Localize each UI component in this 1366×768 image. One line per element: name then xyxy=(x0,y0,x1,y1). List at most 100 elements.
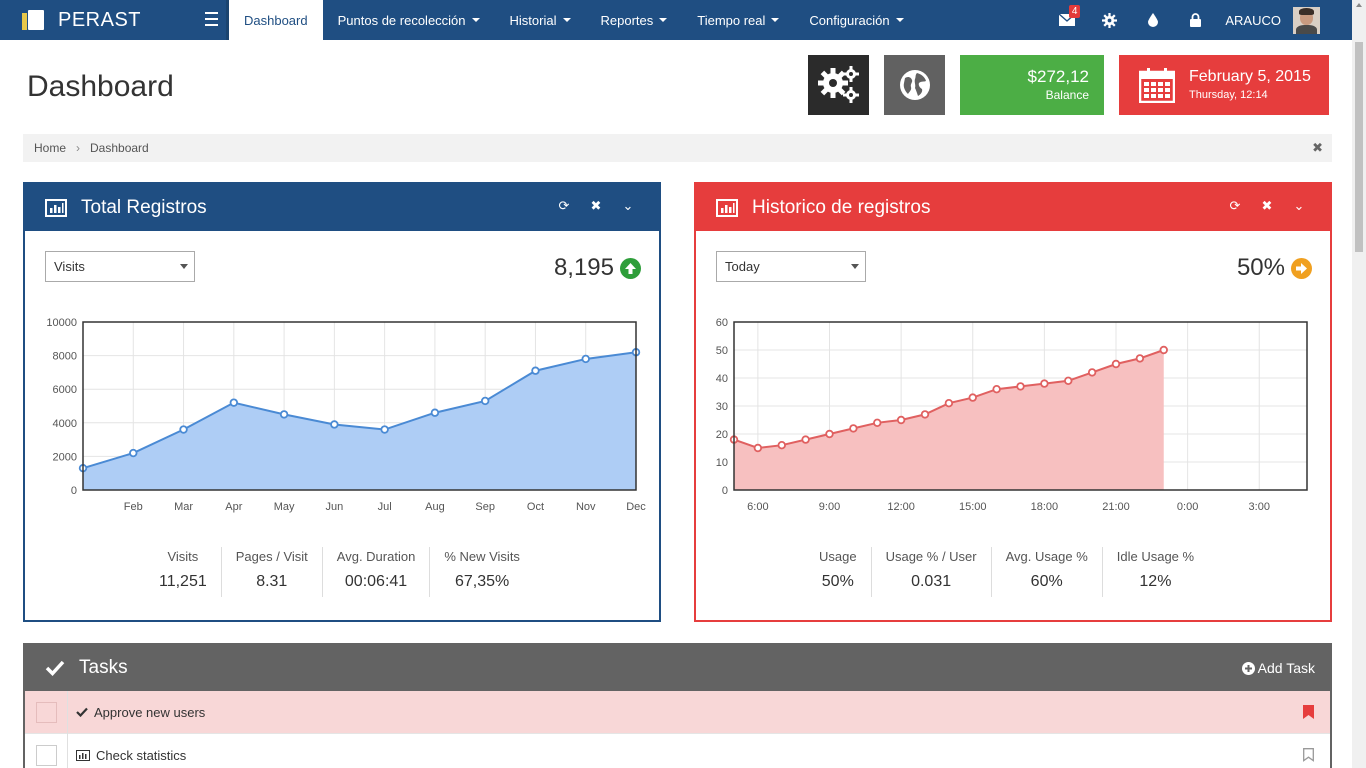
settings-button[interactable] xyxy=(1088,0,1131,40)
bar-chart-icon xyxy=(45,198,67,217)
historico-registros-panel: Historico de registros ⟳ ✖ ⌄ Today 50% 0… xyxy=(694,182,1332,622)
bar-chart-icon xyxy=(716,198,738,217)
task-checkbox[interactable] xyxy=(35,701,57,723)
x-tick-label: May xyxy=(274,501,295,513)
metric-select[interactable]: Visits xyxy=(45,251,195,282)
area-fill xyxy=(734,350,1164,490)
tasks-title: Tasks xyxy=(79,657,128,678)
hamburger-menu-icon[interactable] xyxy=(205,12,218,26)
panel-tools: ⟳ ✖ ⌄ xyxy=(1219,198,1315,214)
stat-item: Avg. Duration 00:06:41 xyxy=(321,547,430,597)
task-row: Approve new users xyxy=(25,690,1330,734)
stat-item: Avg. Usage % 60% xyxy=(990,547,1102,597)
main-nav: Dashboard Puntos de recolección Historia… xyxy=(229,0,919,40)
chevron-down-icon[interactable]: ⌄ xyxy=(1283,198,1315,214)
bookmark-icon[interactable] xyxy=(1303,705,1314,719)
arrow-right-circle-icon xyxy=(1291,257,1312,279)
x-tick-label: Feb xyxy=(124,501,143,513)
x-tick-label: 12:00 xyxy=(887,501,915,513)
page-title: Dashboard xyxy=(27,70,174,103)
refresh-icon[interactable]: ⟳ xyxy=(1219,198,1251,214)
refresh-icon[interactable]: ⟳ xyxy=(548,198,580,214)
nav-item-reportes[interactable]: Reportes xyxy=(586,0,683,40)
brand-name: PERAST xyxy=(58,8,142,31)
panel-title: Total Registros xyxy=(81,196,207,218)
nav-item-historial[interactable]: Historial xyxy=(495,0,586,40)
bookmark-outline-icon[interactable] xyxy=(1303,748,1314,762)
stat-item: Idle Usage % 12% xyxy=(1101,547,1208,597)
close-icon[interactable]: ✖ xyxy=(580,198,612,214)
nav-item-tiempo-real[interactable]: Tiempo real xyxy=(682,0,794,40)
nav-item-dashboard[interactable]: Dashboard xyxy=(229,0,323,40)
y-tick-label: 2000 xyxy=(53,451,77,463)
arrow-up-circle-icon xyxy=(620,257,641,279)
chevron-down-icon[interactable]: ⌄ xyxy=(612,198,644,214)
globe-tile[interactable] xyxy=(884,55,945,115)
panel-header: Total Registros ⟳ ✖ ⌄ xyxy=(25,184,659,231)
droplet-icon xyxy=(1147,13,1158,27)
vertical-scrollbar[interactable] xyxy=(1352,0,1366,768)
scrollbar-thumb[interactable] xyxy=(1355,42,1363,252)
tasks-panel: Tasks Add Task Approve new users Check s… xyxy=(23,643,1332,768)
breadcrumb-separator-icon: › xyxy=(76,141,81,155)
y-tick-label: 4000 xyxy=(53,418,77,430)
data-point xyxy=(992,384,1001,394)
nav-item-puntos[interactable]: Puntos de recolección xyxy=(323,0,495,40)
x-tick-label: Mar xyxy=(174,501,193,513)
book-logo-icon xyxy=(22,10,44,30)
close-icon[interactable]: ✖ xyxy=(1312,140,1323,156)
big-number: 50% xyxy=(1237,254,1312,282)
y-tick-label: 6000 xyxy=(53,384,77,396)
stat-item: Usage % / User 0.031 xyxy=(870,547,991,597)
panel-tools: ⟳ ✖ ⌄ xyxy=(548,198,644,214)
date-tile[interactable]: February 5, 2015 Thursday, 12:14 xyxy=(1119,55,1329,115)
theme-button[interactable] xyxy=(1131,0,1174,40)
task-label: Check statistics xyxy=(96,747,187,763)
data-point xyxy=(968,393,977,402)
lock-button[interactable] xyxy=(1174,0,1217,40)
x-tick-label: Sep xyxy=(475,501,495,513)
balance-label: Balance xyxy=(1045,88,1089,102)
top-navbar: PERAST Dashboard Puntos de recolección H… xyxy=(0,0,1352,40)
x-tick-label: Apr xyxy=(225,501,242,513)
data-point xyxy=(777,440,786,450)
caret-down-icon xyxy=(471,18,480,22)
data-point xyxy=(330,420,339,429)
caret-down-icon xyxy=(771,18,780,22)
data-point xyxy=(825,429,834,439)
settings-tile[interactable] xyxy=(808,55,869,115)
data-point xyxy=(430,408,440,417)
scroll-up-icon[interactable] xyxy=(1356,3,1362,7)
add-task-button[interactable]: Add Task xyxy=(1241,660,1315,676)
tasks-header: Tasks Add Task xyxy=(25,645,1330,691)
lock-icon xyxy=(1190,13,1202,27)
close-icon[interactable]: ✖ xyxy=(1251,198,1283,214)
panel-title: Historico de registros xyxy=(752,196,931,218)
y-tick-label: 50 xyxy=(716,345,728,357)
balance-amount: $272,12 xyxy=(1027,67,1089,86)
brand[interactable]: PERAST xyxy=(4,0,229,40)
stat-item: Usage 50% xyxy=(819,549,857,590)
stat-item: Visits 11,251 xyxy=(159,549,207,590)
x-tick-label: 18:00 xyxy=(1031,501,1059,513)
y-tick-label: 40 xyxy=(716,373,728,385)
avatar[interactable] xyxy=(1293,6,1320,34)
x-tick-label: Oct xyxy=(527,501,544,513)
caret-down-icon xyxy=(895,18,904,22)
period-select[interactable]: Today xyxy=(716,251,866,282)
data-point xyxy=(944,398,954,408)
task-checkbox[interactable] xyxy=(35,744,57,766)
visits-area-chart: 0 2000 4000 6000 8000 10000 Feb Mar Apr May Jun Jul… xyxy=(46,317,646,513)
x-tick-label: Jul xyxy=(378,501,392,513)
x-tick-label: 3:00 xyxy=(1249,501,1270,513)
data-point xyxy=(129,448,138,458)
user-name[interactable]: ARAUCO xyxy=(1217,13,1293,28)
balance-tile[interactable]: $272,12 Balance xyxy=(960,55,1104,115)
gear-icon xyxy=(1102,12,1118,28)
nav-item-configuracion[interactable]: Configuración xyxy=(794,0,918,40)
bar-chart-icon xyxy=(76,749,90,761)
mail-button[interactable]: 4 xyxy=(1045,0,1088,40)
data-point xyxy=(1040,379,1049,388)
data-point xyxy=(480,396,490,406)
breadcrumb-home[interactable]: Home xyxy=(34,141,66,155)
